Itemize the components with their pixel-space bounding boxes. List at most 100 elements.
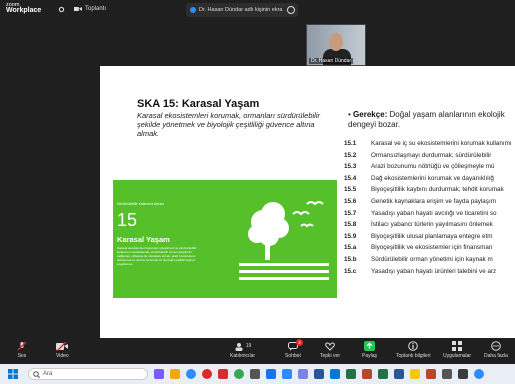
participant-video[interactable]: Dr. Hasan Dündar — [306, 24, 366, 66]
target-text: Yasadışı yaban hayatı avcılığı ve ticare… — [371, 209, 497, 217]
target-number: 15.8 — [344, 221, 357, 229]
taskbar-app-icon[interactable] — [426, 369, 436, 379]
target-number: 15.b — [344, 255, 357, 263]
taskbar-search-input[interactable]: Ara — [28, 368, 148, 380]
video-label: Video — [56, 353, 69, 359]
target-number: 15.c — [344, 267, 357, 275]
react-label: Tepki ver — [320, 353, 341, 359]
apps-label: Uygulamalar — [443, 353, 472, 359]
chat-button[interactable]: 3 Sohbet — [285, 339, 303, 359]
view-options-icon[interactable] — [287, 6, 295, 14]
taskbar-app-icon[interactable] — [250, 369, 260, 379]
participants-icon-wrap: 19 — [233, 341, 253, 351]
taskbar-app-icon[interactable] — [442, 369, 452, 379]
search-icon — [33, 371, 40, 378]
sdg15-card: Sürdürülebilir Kalkınma Amacı 15 Karasal… — [113, 180, 337, 298]
card-small-label: Sürdürülebilir Kalkınma Amacı — [117, 202, 164, 206]
taskbar-app-icon[interactable] — [202, 369, 212, 379]
target-number: 15.1 — [344, 140, 357, 147]
tree-birds-icon — [239, 201, 329, 280]
taskbar-app-icon[interactable] — [282, 369, 292, 379]
react-button[interactable]: Tepki ver — [320, 341, 340, 359]
target-row: 15.4 Dağ ekosistemlerini korumak ve dayan… — [344, 175, 515, 183]
share-button[interactable]: Paylaş — [362, 341, 377, 359]
chat-label: Sohbet — [285, 353, 301, 359]
screen-share-tab[interactable]: Dr. Hasan Dündar adlı kişinin ekra — [186, 3, 298, 17]
target-number: 15.6 — [344, 197, 357, 205]
target-number: 15.2 — [344, 151, 357, 159]
card-title: Karasal Yaşam — [117, 235, 170, 244]
target-text: Karasal ve iç su ekosistemlerini korumak… — [371, 140, 512, 147]
taskbar-app-icon[interactable] — [362, 369, 372, 379]
audio-button[interactable]: Ses — [16, 341, 28, 359]
taskbar-app-icon[interactable] — [170, 369, 180, 379]
slide-subtitle: Karasal ekosistemleri korumak, ormanları… — [137, 111, 320, 138]
rationale-label: Gerekçe: — [353, 110, 388, 119]
target-text: Genetik kaynaklara erişim ve fayda payla… — [371, 197, 496, 205]
meeting-info-button[interactable]: Toplantı bilgileri — [396, 341, 430, 359]
windows-start-icon[interactable] — [8, 369, 18, 379]
info-icon — [407, 341, 419, 351]
audio-label: Ses — [17, 353, 27, 359]
video-button[interactable]: Video — [56, 341, 69, 359]
apps-button[interactable]: Uygulamalar — [443, 341, 471, 359]
meeting-tab[interactable]: Toplantı — [74, 6, 106, 12]
rationale: • Gerekçe: Doğal yaşam alanlarının ekolo… — [348, 110, 505, 129]
target-text: Arazi bozunumu nötrlüğü ve çölleşmeyle m… — [371, 163, 495, 171]
heart-icon — [324, 341, 336, 351]
meeting-toolbar: Ses Video 19 Katılımcılar 3 Sohbet Tepki… — [0, 338, 515, 364]
target-row: 15.a Biyoçeşitlilik ve ekosistemler için … — [344, 244, 515, 252]
taskbar-app-icon[interactable] — [218, 369, 228, 379]
share-label: Paylaş — [362, 353, 378, 359]
target-row: 15.3 Arazi bozunumu nötrlüğü ve çölleşmey… — [344, 163, 515, 171]
target-number: 15.9 — [344, 232, 357, 240]
zoom-logo: zoom Workplace — [6, 2, 41, 14]
target-text: Biyoçeşitlilik ulusal planlamaya entegre… — [371, 232, 493, 240]
target-number: 15.5 — [344, 186, 357, 194]
taskbar-app-icon[interactable] — [298, 369, 308, 379]
target-row: 15.8 İstilacı yabancı türlerin yayılmasın… — [344, 221, 515, 229]
target-text: Dağ ekosistemlerini korumak ve dayanıklı… — [371, 174, 494, 182]
taskbar-app-icon[interactable] — [378, 369, 388, 379]
zoom-title-bar: zoom Workplace Toplantı Dr. Hasan Dündar… — [0, 0, 515, 20]
card-text: Karasal ekosistemleri korumak, iyileştir… — [117, 246, 197, 266]
more-dots-icon — [490, 341, 502, 351]
taskbar-app-icon[interactable] — [314, 369, 324, 379]
taskbar-app-icon[interactable] — [330, 369, 340, 379]
share-arrow-icon — [364, 341, 376, 351]
taskbar-app-icon[interactable] — [410, 369, 420, 379]
settings-button[interactable] — [58, 6, 65, 13]
slide-title: SKA 15: Karasal Yaşam — [137, 98, 260, 110]
target-row: 15.b Sürdürülebilir orman yönetimi için k… — [344, 256, 515, 264]
target-text: İstilacı yabancı türlerin yayılmasını ön… — [371, 221, 493, 229]
share-label: Dr. Hasan Dündar adlı kişinin ekra — [199, 7, 283, 13]
share-indicator-icon — [190, 7, 196, 13]
taskbar-app-icon[interactable] — [266, 369, 276, 379]
more-label: Daha fazla — [484, 353, 508, 359]
shared-slide: SKA 15: Karasal Yaşam Karasal ekosisteml… — [100, 66, 515, 338]
participants-button[interactable]: 19 Katılımcılar — [230, 341, 255, 359]
taskbar-app-icon[interactable] — [234, 369, 244, 379]
targets-list: 15.1 Karasal ve iç su ekosistemlerini kor… — [344, 140, 515, 279]
taskbar-app-icon[interactable] — [346, 369, 356, 379]
taskbar-app-icon[interactable] — [394, 369, 404, 379]
target-row: 15.9 Biyoçeşitlilik ulusal planlamaya ent… — [344, 233, 515, 241]
target-text: Yasadışı yaban hayatı ürünleri talebini … — [371, 267, 497, 275]
video-off-icon — [56, 341, 69, 351]
taskbar-app-icon[interactable] — [186, 369, 196, 379]
taskbar-app-icon[interactable] — [458, 369, 468, 379]
target-row: 15.1 Karasal ve iç su ekosistemlerini kor… — [344, 140, 515, 148]
taskbar-app-icon[interactable] — [474, 369, 484, 379]
meeting-label: Toplantı — [85, 6, 107, 12]
card-number: 15 — [117, 210, 138, 230]
taskbar-app-icon[interactable] — [154, 369, 164, 379]
brand-name: Workplace — [6, 7, 42, 14]
participants-count: 19 — [245, 343, 252, 349]
info-label: Toplantı bilgileri — [396, 353, 431, 359]
target-row: 15.7 Yasadışı yaban hayatı avcılığı ve ti… — [344, 210, 515, 218]
more-button[interactable]: Daha fazla — [484, 341, 508, 359]
apps-grid-icon — [451, 341, 463, 351]
target-row: 15.5 Biyoçeşitlilik kaybını durdurmak; te… — [344, 186, 515, 194]
search-placeholder: Ara — [43, 371, 53, 377]
target-text: Ormansızlaşmayı durdurmak; sürdürülebili… — [371, 151, 492, 159]
